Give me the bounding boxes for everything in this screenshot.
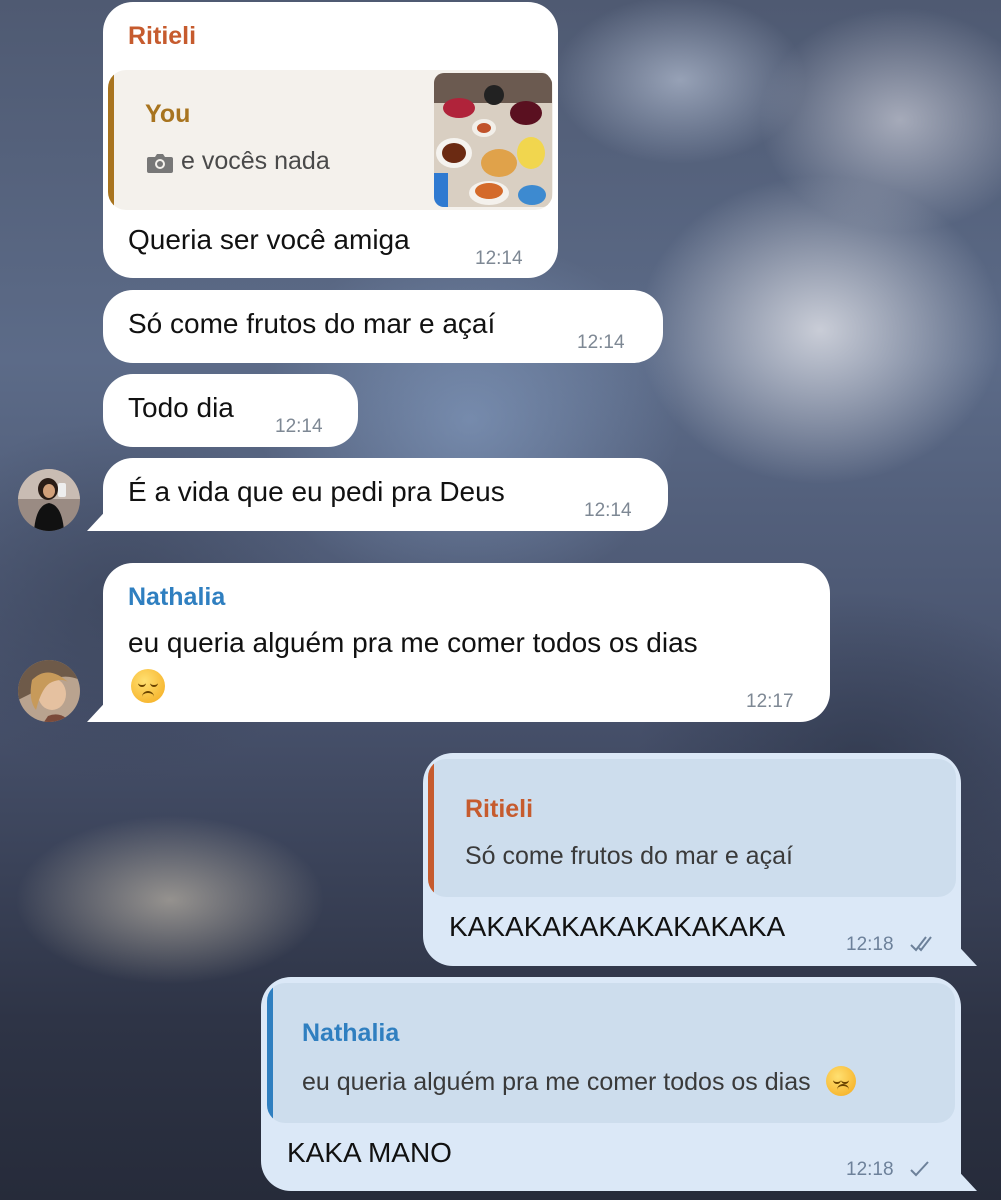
reply-sender-ritieli: Ritieli <box>465 795 534 823</box>
message-bubble-nathalia[interactable]: Nathalia eu queria alguém pra me comer t… <box>103 563 830 722</box>
reply-text: e vocês nada <box>181 147 330 175</box>
message-time: 12:14 <box>577 332 625 353</box>
pensive-face-emoji <box>131 669 165 703</box>
reply-quote[interactable]: Nathalia eu queria alguém pra me comer t… <box>267 983 955 1123</box>
message-text: eu queria alguém pra me comer todos os d… <box>128 627 698 658</box>
reply-photo-thumbnail[interactable] <box>434 73 552 207</box>
message-text: Queria ser você amiga <box>128 224 410 255</box>
double-check-read-icon <box>909 934 937 959</box>
reply-sender-you: You <box>145 100 191 128</box>
message-text: KAKAKAKAKAKAKAKAKA <box>449 911 786 942</box>
message-bubble-ritieli-4[interactable]: É a vida que eu pedi pra Deus 12:14 <box>103 458 668 531</box>
message-time: 12:14 <box>475 248 523 269</box>
reply-text: eu queria alguém pra me comer todos os d… <box>302 1066 856 1097</box>
message-time: 12:17 <box>746 691 794 712</box>
sender-name-nathalia[interactable]: Nathalia <box>128 583 225 612</box>
message-time: 12:18 <box>846 934 894 955</box>
single-check-sent-icon <box>909 1159 931 1184</box>
message-text: KAKA MANO <box>287 1137 452 1168</box>
message-time: 12:18 <box>846 1159 894 1180</box>
message-bubble-ritieli-3[interactable]: Todo dia 12:14 <box>103 374 358 447</box>
message-bubble-outgoing-1[interactable]: Ritieli Só come frutos do mar e açaí KAK… <box>423 753 961 966</box>
message-bubble-ritieli-1[interactable]: Ritieli You e vocês nada Queria ser você… <box>103 2 558 278</box>
reply-quote[interactable]: You e vocês nada <box>108 70 553 210</box>
reply-text: Só come frutos do mar e açaí <box>465 842 793 870</box>
avatar-nathalia[interactable] <box>18 660 80 722</box>
avatar-ritieli[interactable] <box>18 469 80 531</box>
message-time: 12:14 <box>275 416 323 437</box>
camera-icon <box>146 152 174 179</box>
message-text: Só come frutos do mar e açaí <box>128 308 496 339</box>
message-bubble-ritieli-2[interactable]: Só come frutos do mar e açaí 12:14 <box>103 290 663 363</box>
message-time: 12:14 <box>584 500 632 521</box>
message-text: É a vida que eu pedi pra Deus <box>128 476 505 507</box>
message-bubble-outgoing-2[interactable]: Nathalia eu queria alguém pra me comer t… <box>261 977 961 1191</box>
reply-quote[interactable]: Ritieli Só come frutos do mar e açaí <box>428 759 956 897</box>
message-text: Todo dia <box>128 392 234 423</box>
pensive-face-emoji <box>825 1066 856 1096</box>
sender-name-ritieli[interactable]: Ritieli <box>128 22 196 51</box>
reply-sender-nathalia: Nathalia <box>302 1019 400 1047</box>
